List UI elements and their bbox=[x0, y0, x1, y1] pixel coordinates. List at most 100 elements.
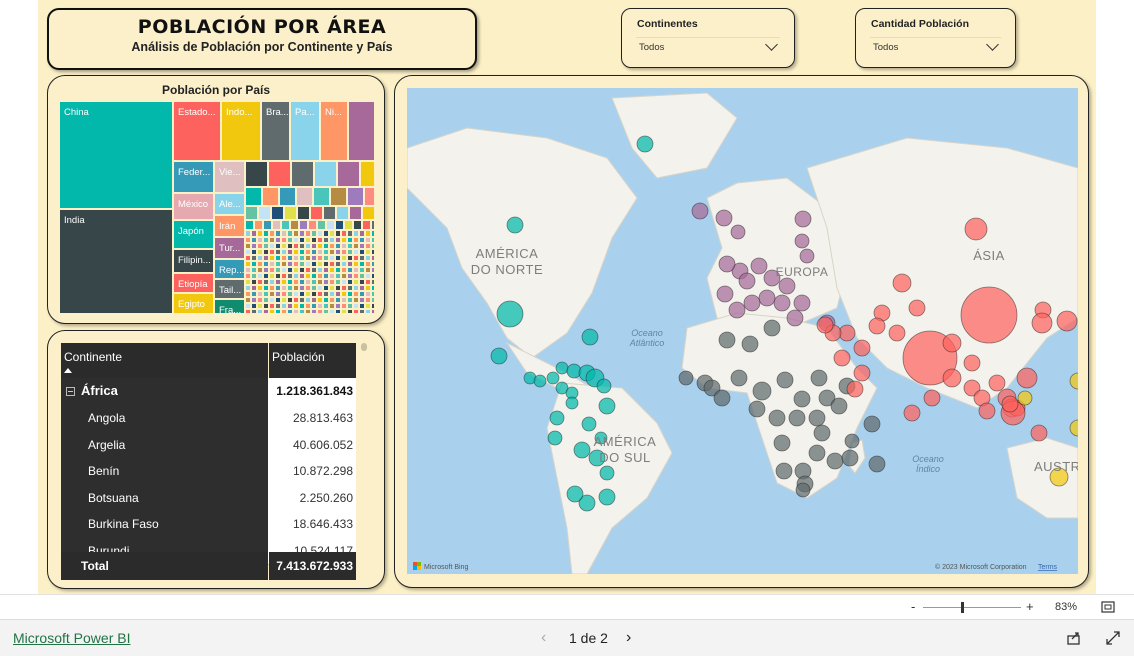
country-bubble[interactable] bbox=[1017, 390, 1033, 406]
continentes-slicer[interactable]: Continentes Todos bbox=[621, 8, 795, 68]
treemap-cell-small[interactable] bbox=[344, 220, 353, 230]
treemap[interactable]: China India Estado... Indo... Bra... Pa... Ni.… bbox=[59, 101, 375, 314]
treemap-cell[interactable]: Bra... bbox=[261, 101, 290, 161]
country-bubble[interactable] bbox=[547, 430, 563, 446]
country-bubble[interactable] bbox=[1030, 424, 1048, 442]
country-bubble[interactable] bbox=[581, 416, 597, 432]
treemap-cell-small[interactable] bbox=[371, 309, 375, 314]
treemap-cell[interactable]: Etiopía bbox=[173, 273, 214, 293]
country-bubble[interactable] bbox=[816, 316, 834, 334]
treemap-cell-small[interactable] bbox=[349, 206, 362, 220]
country-bubble[interactable] bbox=[691, 202, 709, 220]
country-bubble[interactable] bbox=[758, 289, 776, 307]
treemap-cell-small[interactable] bbox=[271, 206, 284, 220]
country-bubble[interactable] bbox=[506, 216, 524, 234]
country-bubble[interactable] bbox=[598, 488, 616, 506]
treemap-cell-small[interactable] bbox=[317, 220, 326, 230]
country-bubble[interactable] bbox=[598, 397, 616, 415]
zoom-slider-handle[interactable] bbox=[961, 602, 964, 613]
country-bubble[interactable] bbox=[988, 374, 1006, 392]
treemap-cell-small[interactable] bbox=[362, 220, 371, 230]
treemap-cell-small[interactable] bbox=[335, 220, 344, 230]
treemap-cell[interactable]: Tur... bbox=[214, 237, 245, 259]
treemap-cell-small[interactable] bbox=[353, 220, 362, 230]
treemap-cell-small[interactable] bbox=[291, 161, 314, 187]
treemap-cell-small[interactable] bbox=[326, 220, 335, 230]
treemap-cell-small[interactable] bbox=[371, 230, 375, 237]
treemap-cell-small[interactable] bbox=[284, 206, 297, 220]
treemap-cell-small[interactable] bbox=[272, 220, 281, 230]
treemap-cell-small[interactable] bbox=[245, 206, 258, 220]
country-bubble[interactable] bbox=[778, 277, 796, 295]
country-bubble[interactable] bbox=[750, 257, 768, 275]
country-bubble[interactable] bbox=[581, 328, 599, 346]
country-bubble[interactable] bbox=[788, 409, 806, 427]
country-bubble[interactable] bbox=[718, 255, 736, 273]
country-bubble[interactable] bbox=[1001, 395, 1019, 413]
country-bubble[interactable] bbox=[743, 294, 761, 312]
country-bubble[interactable] bbox=[853, 339, 871, 357]
country-bubble[interactable] bbox=[838, 324, 856, 342]
country-bubble[interactable] bbox=[1069, 372, 1078, 390]
country-bubble[interactable] bbox=[808, 409, 826, 427]
prev-page-button[interactable]: ‹ bbox=[541, 629, 546, 647]
treemap-cell-small[interactable] bbox=[360, 161, 375, 187]
column-header-poblacion[interactable]: Población bbox=[269, 343, 356, 378]
treemap-cell-small[interactable] bbox=[281, 220, 290, 230]
treemap-cell-small[interactable] bbox=[263, 220, 272, 230]
table-group-row[interactable]: África 1.218.361.843 bbox=[61, 378, 356, 406]
treemap-cell-small[interactable] bbox=[279, 187, 296, 206]
zoom-slider[interactable] bbox=[923, 602, 1021, 613]
country-bubble[interactable] bbox=[799, 248, 815, 264]
treemap-cell[interactable]: Egipto bbox=[173, 293, 214, 314]
country-bubble[interactable] bbox=[718, 331, 736, 349]
country-bubble[interactable] bbox=[903, 404, 921, 422]
treemap-cell[interactable]: Ni... bbox=[320, 101, 348, 161]
powerbi-link[interactable]: Microsoft Power BI bbox=[13, 630, 130, 646]
country-bubble[interactable] bbox=[490, 347, 508, 365]
treemap-cell-small[interactable] bbox=[254, 220, 263, 230]
country-bubble[interactable] bbox=[868, 317, 886, 335]
treemap-cell-small[interactable] bbox=[323, 206, 336, 220]
country-bubble[interactable] bbox=[826, 452, 844, 470]
country-bubble[interactable] bbox=[716, 285, 734, 303]
treemap-cell-small[interactable] bbox=[297, 206, 310, 220]
treemap-cell[interactable]: México bbox=[173, 193, 214, 220]
treemap-cell-small[interactable] bbox=[258, 206, 271, 220]
treemap-cell-small[interactable] bbox=[290, 220, 299, 230]
country-bubble[interactable] bbox=[892, 273, 912, 293]
fit-to-page-icon[interactable] bbox=[1101, 601, 1115, 613]
table-row[interactable]: Argelia 40.606.052 bbox=[61, 431, 356, 459]
country-bubble[interactable] bbox=[555, 361, 569, 375]
treemap-cell-small[interactable] bbox=[308, 220, 317, 230]
treemap-cell[interactable]: Ale... bbox=[214, 193, 245, 215]
world-map[interactable]: AMÉRICA DO NORTE AMÉRICA DO SUL EUROPA Á… bbox=[407, 88, 1078, 574]
treemap-cell-small[interactable] bbox=[310, 206, 323, 220]
country-bubble[interactable] bbox=[730, 369, 748, 387]
country-bubble[interactable] bbox=[960, 286, 1018, 344]
country-bubble[interactable] bbox=[763, 319, 781, 337]
table-row[interactable]: Angola 28.813.463 bbox=[61, 405, 356, 433]
country-bubble[interactable] bbox=[549, 410, 565, 426]
country-bubble[interactable] bbox=[868, 455, 886, 473]
country-bubble[interactable] bbox=[793, 294, 811, 312]
treemap-cell-small[interactable] bbox=[245, 220, 254, 230]
country-bubble[interactable] bbox=[963, 354, 981, 372]
zoom-out-button[interactable]: - bbox=[911, 599, 915, 614]
country-bubble[interactable] bbox=[565, 396, 579, 410]
treemap-cell-small[interactable] bbox=[296, 187, 313, 206]
map-svg[interactable]: AMÉRICA DO NORTE AMÉRICA DO SUL EUROPA Á… bbox=[407, 88, 1078, 574]
country-bubble[interactable] bbox=[1031, 312, 1053, 334]
treemap-cell-small[interactable] bbox=[245, 187, 262, 206]
treemap-cell[interactable]: Fra... bbox=[214, 299, 245, 314]
treemap-cell-small[interactable] bbox=[262, 187, 279, 206]
country-bubble[interactable] bbox=[846, 380, 864, 398]
country-bubble[interactable] bbox=[741, 335, 759, 353]
zoom-in-button[interactable]: + bbox=[1026, 599, 1034, 614]
treemap-cell[interactable]: Filipin... bbox=[173, 249, 214, 273]
country-bubble[interactable] bbox=[596, 378, 612, 394]
treemap-cell[interactable]: Feder... bbox=[173, 161, 214, 193]
country-bubble[interactable] bbox=[833, 349, 851, 367]
table-scrollbar[interactable] bbox=[361, 343, 367, 580]
country-bubble[interactable] bbox=[678, 370, 694, 386]
